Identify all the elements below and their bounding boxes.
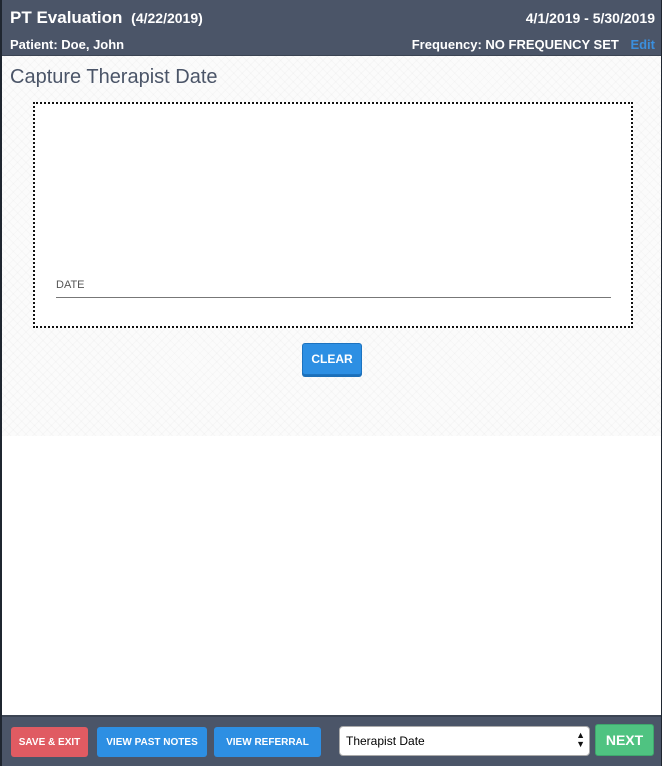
signature-capture-area[interactable]: DATE	[33, 102, 633, 328]
frequency-label: Frequency: NO FREQUENCY SET	[411, 37, 619, 52]
header-bar: PT Evaluation (4/22/2019) 4/1/2019 - 5/3…	[2, 0, 661, 56]
date-underline	[56, 297, 611, 298]
section-heading: Capture Therapist Date	[10, 66, 218, 88]
section-select[interactable]: Therapist Date ▲ ▼	[339, 726, 590, 756]
main-content: Capture Therapist Date DATE CLEAR	[2, 56, 661, 436]
footer-bar: SAVE & EXIT VIEW PAST NOTES VIEW REFERRA…	[2, 715, 661, 766]
patient-name: Patient: Doe, John	[10, 37, 125, 52]
page-title: PT Evaluation (4/22/2019)	[10, 8, 203, 28]
view-past-notes-button[interactable]: VIEW PAST NOTES	[97, 727, 207, 757]
frequency-info: Frequency: NO FREQUENCY SET Edit	[412, 37, 655, 52]
save-exit-button[interactable]: SAVE & EXIT	[11, 727, 88, 757]
date-field-label: DATE	[56, 279, 85, 291]
app-window: PT Evaluation (4/22/2019) 4/1/2019 - 5/3…	[2, 0, 661, 766]
evaluation-date: (4/22/2019)	[131, 10, 203, 26]
next-button[interactable]: NEXT	[595, 724, 654, 756]
date-range: 4/1/2019 - 5/30/2019	[525, 10, 655, 26]
edit-frequency-link[interactable]: Edit	[630, 37, 655, 52]
evaluation-title: PT Evaluation	[10, 8, 123, 27]
view-referral-button[interactable]: VIEW REFERRAL	[214, 727, 321, 757]
section-select-value: Therapist Date	[346, 734, 425, 748]
up-down-chevron-icon: ▲ ▼	[576, 730, 585, 749]
clear-button[interactable]: CLEAR	[302, 343, 362, 375]
